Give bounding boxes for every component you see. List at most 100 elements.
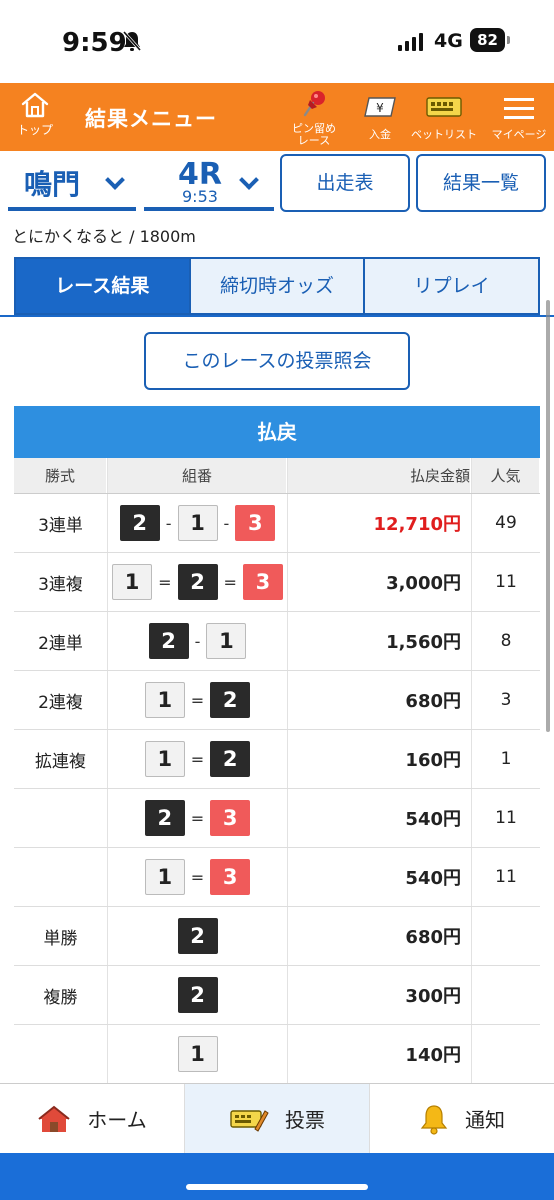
bet-type-cell: 拡連複 xyxy=(35,751,86,772)
race-select[interactable]: 4R 9:53 xyxy=(144,157,274,211)
boat-number-badge: 3 xyxy=(210,800,251,836)
tab-replay[interactable]: リプレイ xyxy=(365,259,538,313)
payout-amount-cell: 540円 xyxy=(287,848,471,906)
scrollbar[interactable] xyxy=(546,300,550,732)
table-row: 複勝 2 300円 xyxy=(14,966,540,1025)
payout-amount-cell: 160円 xyxy=(287,730,471,788)
combo-cell: 2 xyxy=(107,907,287,965)
svg-text:¥: ¥ xyxy=(376,101,384,115)
ticket-pen-icon xyxy=(230,1109,269,1132)
payout-rows: 3連単 2-1-3 12,710円 49 3連複 1 = 2 = 3 3,000円 11 2連単 2-1 1… xyxy=(14,494,540,1084)
top-home-label: トップ xyxy=(16,123,53,137)
vote-inquiry-button[interactable]: このレースの投票照会 xyxy=(144,332,410,390)
combo-cell: 2 = 3 xyxy=(107,789,287,847)
table-row: 2連複 1 = 2 680円 3 xyxy=(14,671,540,730)
home-indicator[interactable] xyxy=(186,1184,368,1190)
popularity-cell: 8 xyxy=(471,612,540,670)
bet-list-label: ベットリスト xyxy=(411,128,477,141)
boat-number-badge: 3 xyxy=(210,859,251,895)
header-bar: トップ 結果メニュー ピン留め レース ¥ 入金 ベットリスト マイページ xyxy=(0,83,554,151)
payout-column-header: 勝式 組番 払戻金額 人気 xyxy=(14,458,540,494)
payout-amount-cell: 140円 xyxy=(287,1025,471,1083)
pushpin-icon xyxy=(303,91,325,117)
status-bar: 9:59 4G 82 xyxy=(0,0,554,83)
combo-cell: 1 = 2 xyxy=(107,730,287,788)
boat-number-badge: 2 xyxy=(210,682,251,718)
combo-cell: 2 xyxy=(107,966,287,1024)
nav-home[interactable]: ホーム xyxy=(0,1084,185,1153)
pin-race-button[interactable]: ピン留め レース xyxy=(286,89,342,147)
combo-separator: = xyxy=(158,572,172,592)
battery-tip xyxy=(507,36,510,44)
tab-closing-odds[interactable]: 締切時オッズ xyxy=(191,259,366,313)
payout-amount-cell: 3,000円 xyxy=(287,553,471,611)
hamburger-menu-icon xyxy=(504,98,534,119)
payout-amount-cell: 680円 xyxy=(287,671,471,729)
boat-number-badge: 1 xyxy=(144,859,185,895)
race-time: 9:53 xyxy=(182,187,218,206)
nav-bet[interactable]: 投票 xyxy=(185,1084,370,1153)
popularity-cell: 11 xyxy=(471,848,540,906)
bell-icon xyxy=(420,1104,448,1135)
bet-type-cell: 単勝 xyxy=(43,928,78,949)
payout-amount-cell: 680円 xyxy=(287,907,471,965)
col-amount: 払戻金額 xyxy=(287,458,471,493)
entry-list-button[interactable]: 出走表 xyxy=(280,154,410,212)
nav-notifications-label: 通知 xyxy=(465,1108,505,1132)
battery-icon: 82 xyxy=(470,28,505,52)
bottom-nav: ホーム 投票 通知 xyxy=(0,1083,554,1153)
mypage-button[interactable]: マイページ xyxy=(484,95,554,141)
race-selector-row: 鳴門 4R 9:53 出走表 結果一覧 xyxy=(0,151,554,217)
combo-cell: 1 xyxy=(107,1025,287,1083)
network-type: 4G xyxy=(434,30,463,52)
deposit-button[interactable]: ¥ 入金 xyxy=(358,95,402,141)
house-icon xyxy=(38,1105,70,1132)
payout-amount-cell: 540円 xyxy=(287,789,471,847)
boat-number-badge: 3 xyxy=(235,505,276,541)
table-row: 3連複 1 = 2 = 3 3,000円 11 xyxy=(14,553,540,612)
popularity-cell: 3 xyxy=(471,671,540,729)
nav-bet-label: 投票 xyxy=(285,1108,325,1132)
boat-number-badge: 1 xyxy=(177,505,218,541)
page-title: 結果メニュー xyxy=(85,107,217,131)
combo-separator: = xyxy=(190,749,205,769)
boat-number-badge: 1 xyxy=(144,682,185,718)
boat-number-badge: 1 xyxy=(144,741,185,777)
combo-cell: 1 = 3 xyxy=(107,848,287,906)
house-outline-icon xyxy=(21,92,49,118)
bet-type-cell: 3連単 xyxy=(38,515,83,536)
boat-number-badge: 2 xyxy=(148,623,189,659)
boat-number-badge: 2 xyxy=(177,564,218,600)
tabs-underline xyxy=(0,315,554,317)
cellular-signal-icon xyxy=(398,33,423,51)
results-list-button[interactable]: 結果一覧 xyxy=(416,154,546,212)
table-row: 拡連複 1 = 2 160円 1 xyxy=(14,730,540,789)
deposit-label: 入金 xyxy=(369,128,391,141)
top-home-button[interactable]: トップ xyxy=(10,91,60,138)
table-row: 3連単 2-1-3 12,710円 49 xyxy=(14,494,540,553)
bet-type-cell: 3連複 xyxy=(38,574,83,595)
chevron-down-icon xyxy=(239,170,259,190)
race-info: とにかくなると / 1800m xyxy=(12,227,196,246)
bet-type-cell: 2連複 xyxy=(38,692,83,713)
popularity-cell xyxy=(471,907,540,965)
boat-number-badge: 1 xyxy=(177,1036,218,1072)
popularity-cell: 49 xyxy=(471,494,540,552)
popularity-cell xyxy=(471,966,540,1024)
nav-notifications[interactable]: 通知 xyxy=(370,1084,554,1153)
tab-race-result[interactable]: レース結果 xyxy=(16,259,191,313)
boat-number-badge: 1 xyxy=(112,564,153,600)
bet-list-button[interactable]: ベットリスト xyxy=(410,95,478,141)
combo-separator: = xyxy=(190,808,205,828)
table-row: 2連単 2-1 1,560円 8 xyxy=(14,612,540,671)
combo-separator: - xyxy=(165,513,172,533)
table-row: 1 140円 xyxy=(14,1025,540,1084)
popularity-cell: 1 xyxy=(471,730,540,788)
mypage-label: マイページ xyxy=(491,128,547,141)
col-popularity: 人気 xyxy=(471,458,540,493)
payout-amount-cell: 1,560円 xyxy=(287,612,471,670)
combo-cell: 1 = 2 xyxy=(107,671,287,729)
venue-select[interactable]: 鳴門 xyxy=(8,159,136,211)
bottom-band xyxy=(0,1153,554,1200)
popularity-cell: 11 xyxy=(471,789,540,847)
